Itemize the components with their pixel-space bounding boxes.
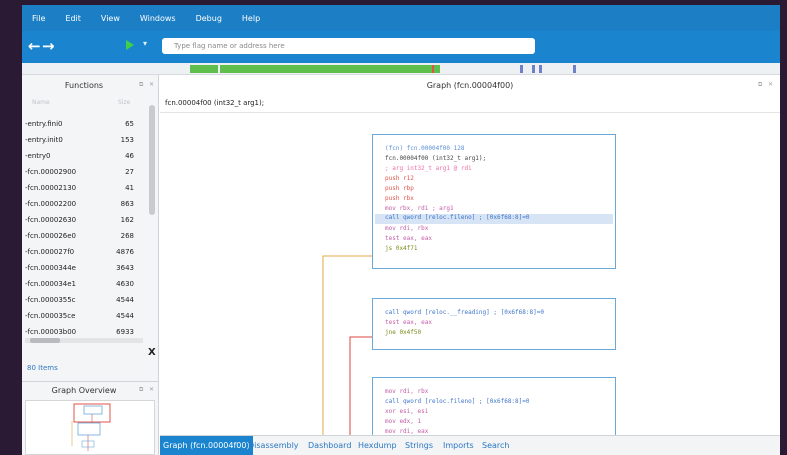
menu-edit[interactable]: Edit [65,14,81,23]
tab-strings[interactable]: Strings [405,436,433,455]
function-row[interactable]: -entry.fini0 65 [25,117,145,133]
functions-hscroll-thumb[interactable] [30,338,60,343]
menu-debug[interactable]: Debug [196,14,222,23]
asm-line: push rbx [385,195,414,202]
asm-line: test eax, eax [385,235,432,242]
graph-panel-title: Graph (fcn.00004f00) [426,81,514,90]
menu-view[interactable]: View [101,14,120,23]
float-icon[interactable]: ⧉ [139,386,143,394]
arrow-right-icon[interactable]: → [42,38,55,54]
filter-close-button[interactable]: X [148,347,156,358]
overview-segment [190,65,218,73]
function-row[interactable]: -entry.init0 153 [25,133,145,149]
play-icon[interactable] [126,40,134,50]
functions-panel: Functions ⧉ ✕ Name Size -entry.fini0 65 -… [22,75,159,455]
function-row[interactable]: -entry0 46 [25,149,145,165]
function-row[interactable]: -fcn.00002630 162 [25,213,145,229]
column-header-size[interactable]: Size [118,99,130,106]
function-row[interactable]: -fcn.00002130 41 [25,181,145,197]
asm-line: test eax, eax [385,319,432,326]
asm-line: call qword [reloc.fileno] ; [0x6f68:8]=0 [385,398,530,405]
graph-overview-thumbnail [71,403,111,451]
overview-segment [573,65,576,73]
asm-line: mov rdi, eax [385,428,429,435]
asm-line: ; arg int32_t arg1 @ rdi [385,165,472,172]
tab-disassembly[interactable]: Disassembly [248,436,299,455]
asm-line: call qword [reloc.__freading] ; [0x6f68:… [385,309,544,316]
asm-line: mov rbx, rdi ; arg1 [385,205,454,212]
tab-graph[interactable]: Graph (fcn.00004f00) [160,436,253,455]
asm-line: mov rdi, rbx [385,225,429,232]
app-window: File Edit View Windows Debug Help ← → ▾ … [22,5,780,455]
overview-segment [532,65,535,73]
close-icon[interactable]: ✕ [149,81,154,88]
function-row[interactable]: -fcn.000027f0 4876 [25,245,145,261]
menu-windows[interactable]: Windows [140,14,176,23]
flag-search-input[interactable]: Type flag name or address here [162,38,535,54]
overview-cursor [432,65,434,73]
arrow-left-icon[interactable]: ← [28,38,41,54]
toolbar: ← → ▾ Type flag name or address here [22,31,780,63]
overview-segment [520,65,523,73]
tab-dashboard[interactable]: Dashboard [308,436,351,455]
graph-overview-canvas[interactable] [25,400,155,455]
menu-bar: File Edit View Windows Debug Help [22,5,780,31]
asm-line: (fcn) fcn.00004f00 128 [385,145,465,152]
graph-overview-title: Graph Overview [51,386,117,395]
overview-segment [539,65,542,73]
function-signature: fcn.00004f00 (int32_t arg1); [165,99,265,107]
asm-line: fcn.00004f00 (int32_t arg1); [385,155,487,162]
asm-line-highlighted: call qword [reloc.fileno] ; [0x6f68:8]=0 [375,214,613,224]
tab-imports[interactable]: Imports [443,436,474,455]
graph-canvas[interactable]: (fcn) fcn.00004f00 128 fcn.00004f00 (int… [160,113,780,447]
float-icon[interactable]: ⧉ [758,81,762,89]
graph-panel: Graph (fcn.00004f00) ⧉ ✕ fcn.00004f00 (i… [160,75,780,455]
asm-line: jne 0x4f50 [385,329,422,336]
close-icon[interactable]: ✕ [768,81,773,88]
functions-title: Functions [64,81,104,90]
asm-line: js 0x4f71 [385,245,418,252]
function-row[interactable]: -fcn.0000355c 4544 [25,293,145,309]
menu-help[interactable]: Help [242,14,260,23]
view-tabs: Graph (fcn.00004f00) Disassembly Dashboa… [160,435,780,455]
menu-file[interactable]: File [32,14,45,23]
overview-segment [220,65,440,73]
asm-line: push rbp [385,185,414,192]
address-overview-bar[interactable] [22,63,780,75]
basic-block[interactable]: (fcn) fcn.00004f00 128 fcn.00004f00 (int… [372,134,616,269]
function-row[interactable]: -fcn.000026e0 268 [25,229,145,245]
function-row[interactable]: -fcn.00002900 27 [25,165,145,181]
function-row[interactable]: -fcn.00002200 863 [25,197,145,213]
items-count: 80 Items [27,364,58,372]
basic-block[interactable]: call qword [reloc.__freading] ; [0x6f68:… [372,298,616,350]
asm-line: xor esi, esi [385,408,429,415]
function-row[interactable]: -fcn.0000344e 3643 [25,261,145,277]
close-icon[interactable]: ✕ [149,386,154,393]
asm-line: push r12 [385,175,414,182]
divider [22,381,159,382]
tab-search[interactable]: Search [482,436,509,455]
function-row[interactable]: -fcn.000034e1 4630 [25,277,145,293]
chevron-down-icon[interactable]: ▾ [143,39,147,48]
float-icon[interactable]: ⧉ [139,81,143,89]
functions-scrollbar[interactable] [149,105,155,215]
asm-line: mov edx, 1 [385,418,422,425]
asm-line: mov rdi, rbx [385,388,429,395]
column-header-name[interactable]: Name [32,99,50,106]
tab-hexdump[interactable]: Hexdump [358,436,397,455]
function-row[interactable]: -fcn.000035ce 4544 [25,309,145,325]
